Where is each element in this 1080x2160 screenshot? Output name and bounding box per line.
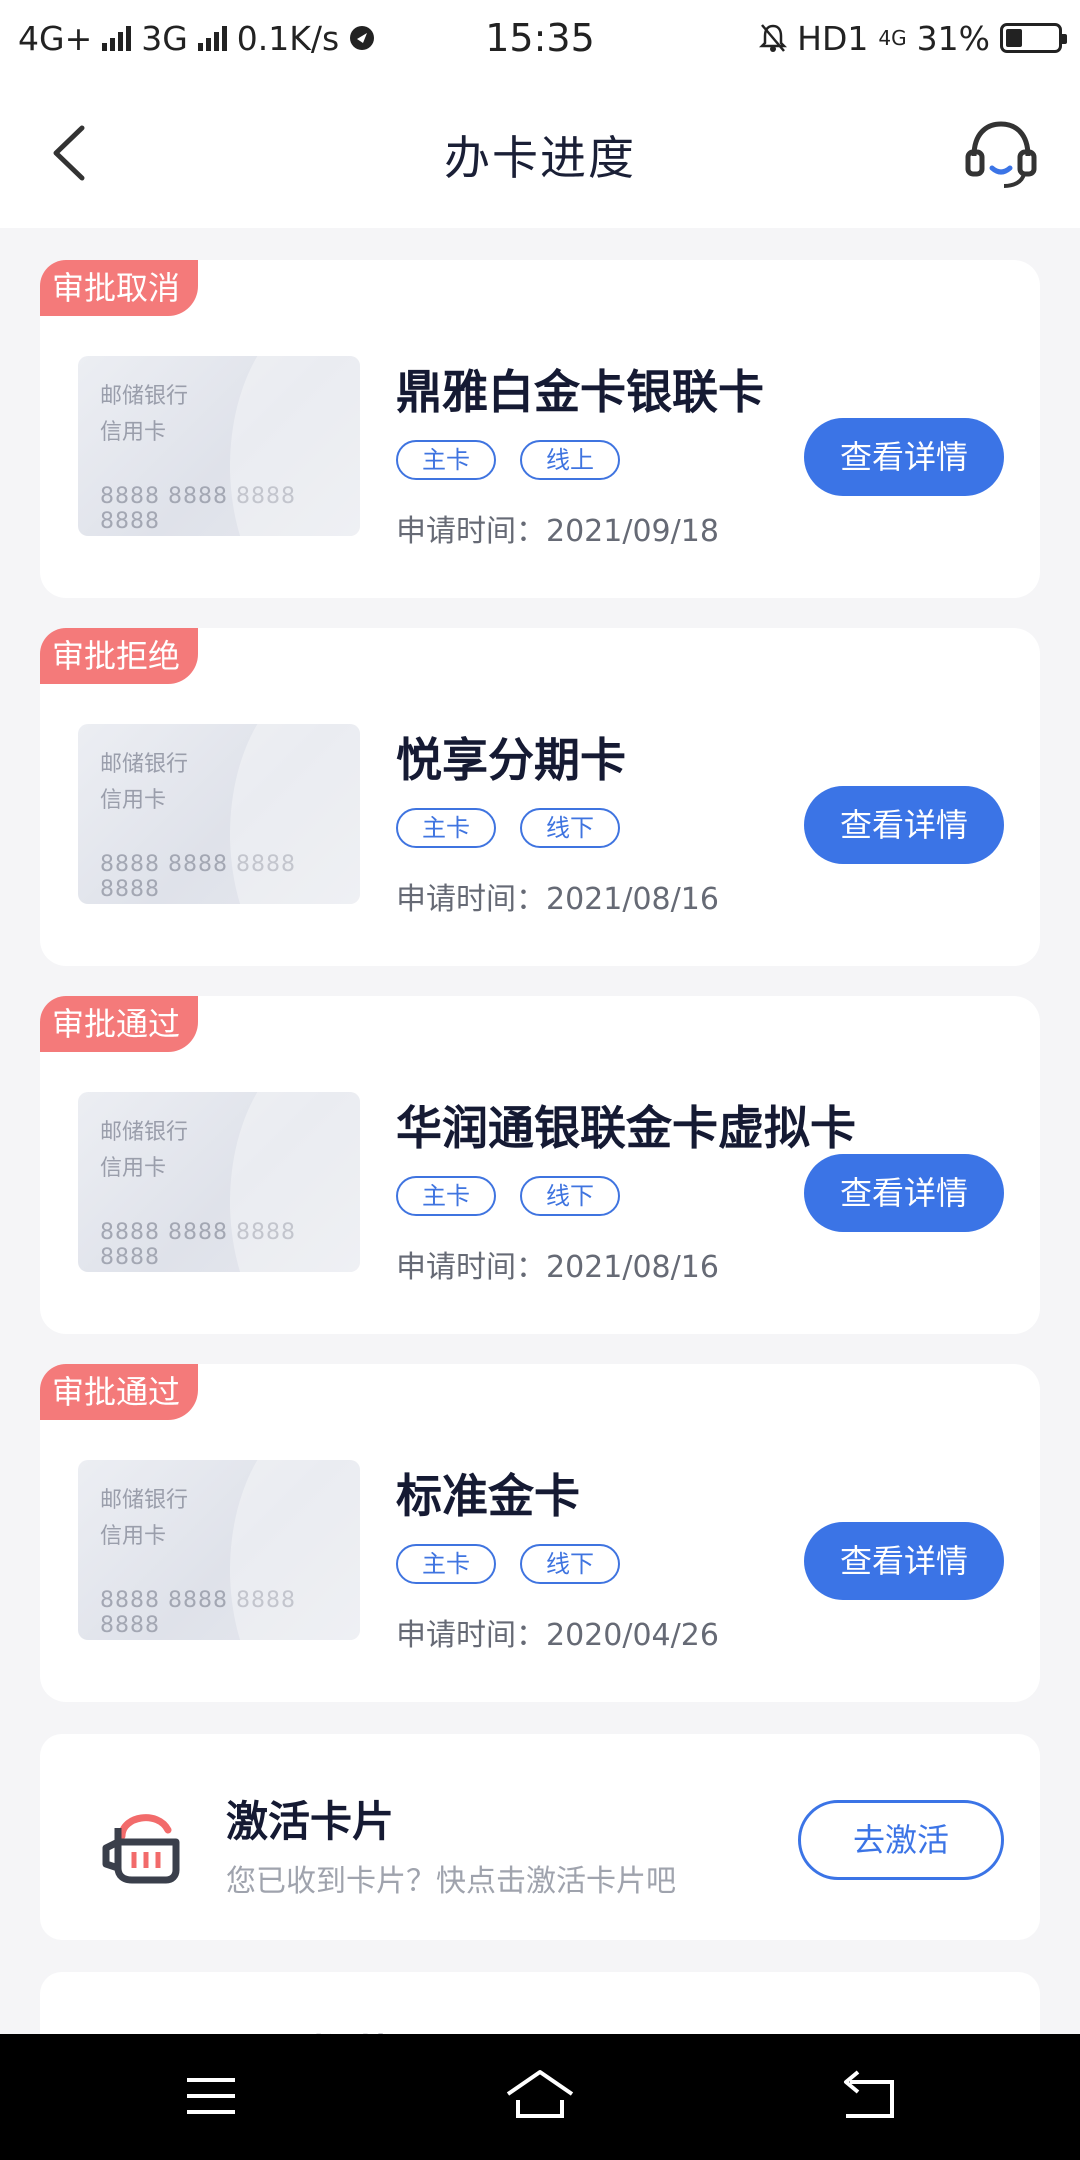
signal-icon [102,25,132,51]
network-label-2: 3G [141,18,188,58]
card-image-number: 8888 8888 8888 8888 [100,484,296,534]
card-image-bank: 邮储银行 [100,1120,189,1145]
battery-percent: 31% [916,18,990,58]
application-card: 审批通过 邮储银行 信用卡 8888 8888 8888 8888 华润通银联金… [40,996,1040,1334]
card-image-bank: 邮储银行 [100,752,189,777]
status-tag: 审批拒绝 [40,628,199,684]
status-tag: 审批通过 [40,996,199,1052]
card-image: 邮储银行 信用卡 8888 8888 8888 8888 [78,356,360,536]
header: 办卡进度 [0,76,1080,228]
card-image-bank: 邮储银行 [100,1488,189,1513]
status-left: 4G+ 3G 0.1K/s [18,19,375,58]
back-nav-icon[interactable] [820,2060,916,2132]
activate-title: 激活卡片 [226,1797,395,1846]
status-tag: 审批通过 [40,1364,199,1420]
signal-icon [197,25,227,51]
card-image-number: 8888 8888 8888 8888 [100,1588,296,1638]
view-details-button[interactable]: 查看详情 [804,1154,1004,1232]
tag-channel: 线下 [520,1544,620,1584]
apply-time: 申请时间：2020/04/26 [396,1618,719,1653]
application-card: 审批拒绝 邮储银行 信用卡 8888 8888 8888 8888 悦享分期卡 … [40,628,1040,966]
apply-time: 申请时间：2021/08/16 [396,1250,719,1285]
card-image-type: 信用卡 [100,788,167,813]
status-bar: 4G+ 3G 0.1K/s 15:35 HD1 4G 31% [0,0,1080,76]
card-image: 邮储银行 信用卡 8888 8888 8888 8888 [78,724,360,904]
apply-time: 申请时间：2021/09/18 [396,514,719,549]
card-image: 邮储银行 信用卡 8888 8888 8888 8888 [78,1092,360,1272]
tag-channel: 线下 [520,808,620,848]
tag-main-card: 主卡 [396,1544,496,1584]
activate-button[interactable]: 去激活 [798,1800,1004,1880]
home-icon[interactable] [492,2060,588,2132]
tag-channel: 线下 [520,1176,620,1216]
card-image-type: 信用卡 [100,1524,167,1549]
status-tag: 审批取消 [40,260,199,316]
customer-service-icon[interactable] [962,114,1040,192]
battery-icon [1000,23,1067,53]
system-nav-bar [0,2034,1080,2160]
tag-main-card: 主卡 [396,1176,496,1216]
menu-icon[interactable] [163,2060,259,2132]
network-label-3: 4G [878,26,907,50]
card-image: 邮储银行 信用卡 8888 8888 8888 8888 [78,1460,360,1640]
card-name: 悦享分期卡 [396,733,626,787]
card-image-type: 信用卡 [100,420,167,445]
activate-description: 您已收到卡片？快点击激活卡片吧 [226,1864,676,1899]
net-speed: 0.1K/s [236,18,340,58]
activate-card-panel: 激活卡片 您已收到卡片？快点击激活卡片吧 去激活 [40,1734,1040,1940]
card-name: 华润通银联金卡虚拟卡 [396,1101,856,1155]
view-details-button[interactable]: 查看详情 [804,1522,1004,1600]
application-card: 审批通过 邮储银行 信用卡 8888 8888 8888 8888 标准金卡 主… [40,1364,1040,1702]
application-card: 审批取消 邮储银行 信用卡 8888 8888 8888 8888 鼎雅白金卡银… [40,260,1040,598]
mute-bell-icon [759,24,788,52]
view-details-button[interactable]: 查看详情 [804,786,1004,864]
network-label-1: 4G+ [18,18,93,58]
status-right: HD1 4G 31% [759,18,1067,58]
card-image-bank: 邮储银行 [100,384,189,409]
tag-channel: 线上 [520,440,620,480]
card-name: 标准金卡 [396,1469,580,1523]
card-image-number: 8888 8888 8888 8888 [100,1220,296,1270]
view-details-button[interactable]: 查看详情 [804,418,1004,496]
page-title: 办卡进度 [444,131,636,185]
card-name: 鼎雅白金卡银联卡 [396,365,764,419]
tag-main-card: 主卡 [396,808,496,848]
card-image-type: 信用卡 [100,1156,167,1181]
activate-card-icon [102,1814,180,1884]
tag-main-card: 主卡 [396,440,496,480]
apply-time: 申请时间：2021/08/16 [396,882,719,917]
hd-label: HD1 [797,18,869,58]
vpn-icon [350,26,375,50]
card-image-number: 8888 8888 8888 8888 [100,852,296,902]
